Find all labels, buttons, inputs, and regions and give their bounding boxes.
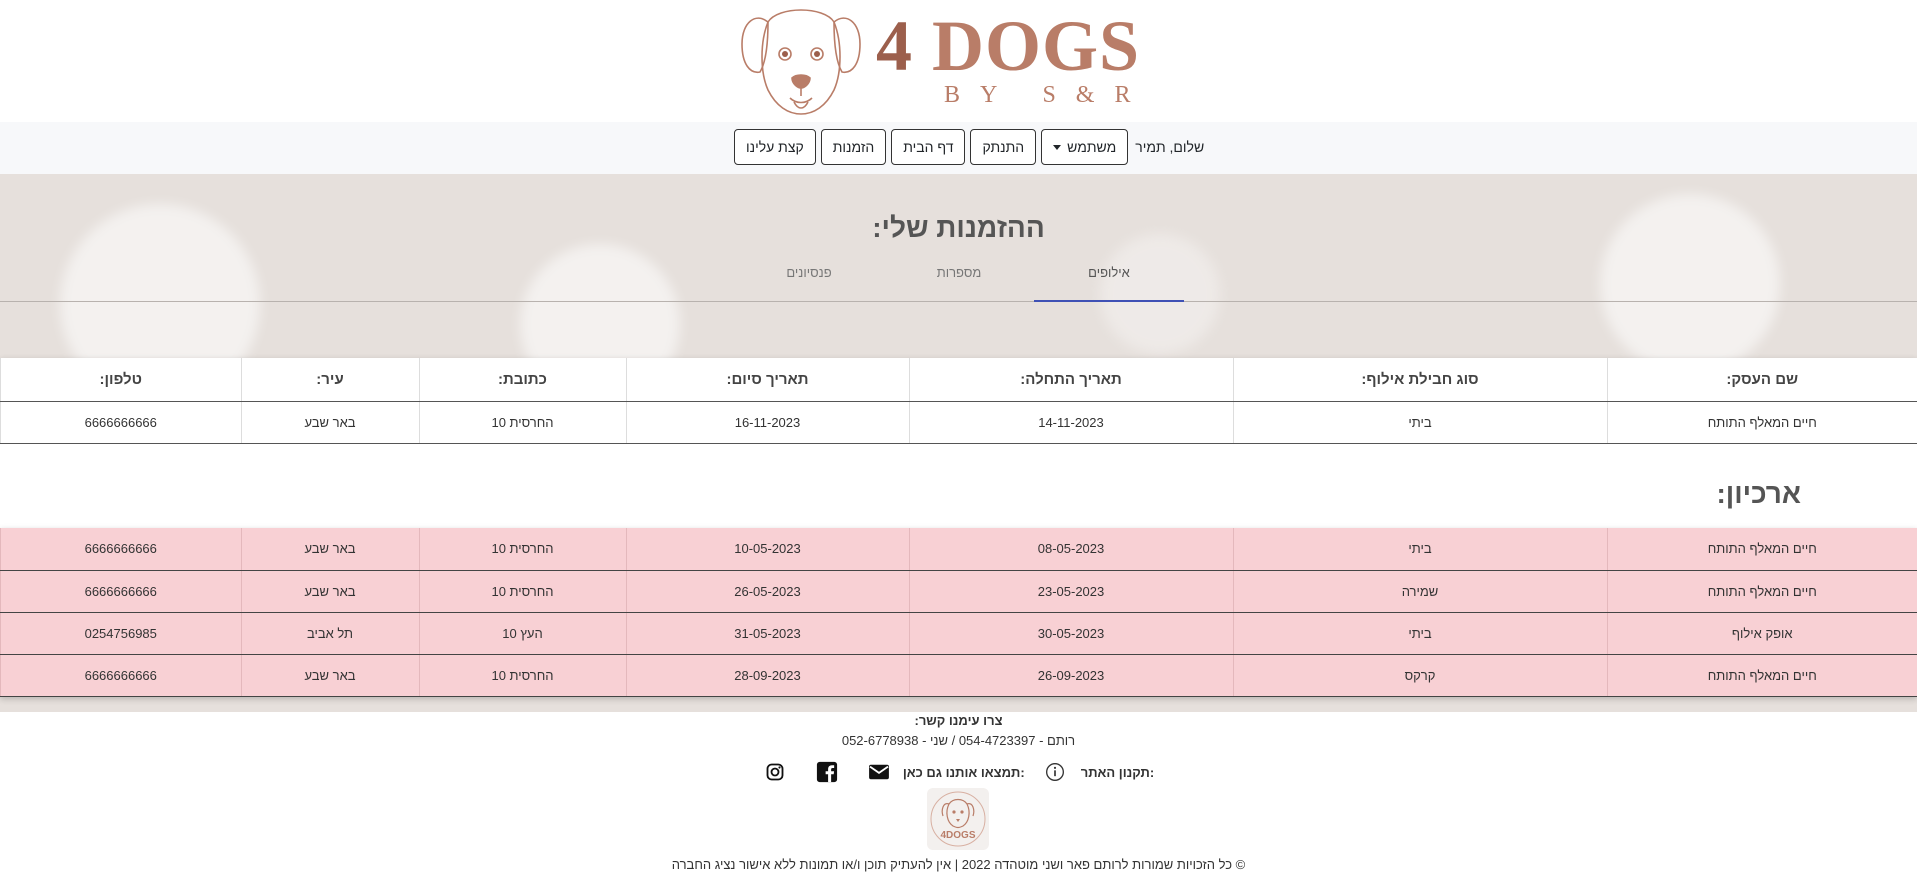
nav-inner: שלום, תמיר משתמש התנתק דף הבית הזמנות קצ… — [734, 129, 1204, 165]
cell-business: אופק אילוף — [1606, 612, 1917, 655]
dog-logo-icon — [741, 9, 861, 115]
cell-phone: 6666666666 — [0, 570, 241, 613]
cell-address: החרסית 10 — [418, 401, 626, 444]
navbar: שלום, תמיר משתמש התנתק דף הבית הזמנות קצ… — [0, 122, 1917, 174]
brand-number: 4 — [876, 6, 913, 86]
archive-header-band — [0, 444, 1917, 530]
orders-section: ההזמנות שלי: אילופים מספרות פנסיונים שם … — [0, 174, 1917, 712]
brand-word: DOGS — [932, 6, 1141, 86]
table-row: חיים המאלף התותח ביתי 14-11-2023 16-11-2… — [0, 401, 1917, 444]
brand-main: 4 DOGS — [876, 6, 1140, 86]
cell-business: חיים המאלף התותח — [1606, 654, 1917, 697]
contact-phones: רותם - 054-4723397 / שני - 052-6778938 — [841, 733, 1076, 748]
cell-start-date: 08-05-2023 — [908, 528, 1233, 571]
header-start-date: תאריך התחלה: — [908, 358, 1233, 402]
cell-phone: 6666666666 — [0, 654, 241, 697]
header-city: עיר: — [240, 358, 419, 402]
cell-address: העץ 10 — [418, 612, 626, 655]
cell-start-date: 30-05-2023 — [908, 612, 1233, 655]
cell-end-date: 31-05-2023 — [625, 612, 909, 655]
cell-business: חיים המאלף התותח — [1606, 401, 1917, 444]
cell-end-date: 26-05-2023 — [625, 570, 909, 613]
find-us-label: תמצאו אותנו גם כאן: — [902, 764, 1025, 780]
caret-down-icon — [1053, 144, 1062, 150]
cell-address: החרסית 10 — [418, 570, 626, 613]
facebook-icon[interactable] — [815, 760, 839, 784]
cell-city: באר שבע — [240, 570, 419, 613]
site-rules-label[interactable]: תקנון האתר: — [1081, 765, 1154, 780]
cell-end-date: 16-11-2023 — [625, 401, 909, 444]
cell-start-date: 23-05-2023 — [908, 570, 1233, 613]
cell-city: באר שבע — [240, 528, 419, 571]
table-header-row: שם העסק: סוג חבילת אילוף: תאריך התחלה: ת… — [0, 358, 1917, 402]
table-row: חיים המאלף התותח שמירה 23-05-2023 26-05-… — [0, 570, 1917, 613]
info-icon[interactable] — [1043, 760, 1067, 784]
cell-package: שמירה — [1232, 570, 1607, 613]
cell-end-date: 10-05-2023 — [625, 528, 909, 571]
tab-training[interactable]: אילופים — [1034, 260, 1184, 302]
brand-sub: BY S&R — [944, 82, 1151, 108]
header-address: כתובת: — [418, 358, 626, 402]
cell-city: תל אביב — [240, 612, 419, 655]
cell-address: החרסית 10 — [418, 654, 626, 697]
footer-links-row: תמצאו אותנו גם כאן: תקנון האתר: — [0, 760, 1917, 784]
cell-city: באר שבע — [240, 654, 419, 697]
cell-start-date: 26-09-2023 — [908, 654, 1233, 697]
cell-end-date: 28-09-2023 — [625, 654, 909, 697]
tab-boarding[interactable]: פנסיונים — [734, 260, 884, 302]
table-row: חיים המאלף התותח ביתי 08-05-2023 10-05-2… — [0, 528, 1917, 571]
cell-business: חיים המאלף התותח — [1606, 528, 1917, 571]
current-orders-table: שם העסק: סוג חבילת אילוף: תאריך התחלה: ת… — [0, 358, 1917, 444]
home-button[interactable]: דף הבית — [891, 129, 966, 165]
header-end-date: תאריך סיום: — [625, 358, 909, 402]
orders-button[interactable]: הזמנות — [820, 129, 887, 165]
table-row: חיים המאלף התותח קרקס 26-09-2023 28-09-2… — [0, 654, 1917, 697]
copyright: © כל הזכויות שמורות לרותם פאר ושני מוטהד… — [671, 857, 1246, 872]
cell-package: קרקס — [1232, 654, 1607, 697]
tab-grooming[interactable]: מספרות — [884, 260, 1034, 302]
cell-package: ביתי — [1232, 401, 1607, 444]
cell-phone: 6666666666 — [0, 528, 241, 571]
cell-package: ביתי — [1232, 528, 1607, 571]
instagram-icon[interactable] — [763, 760, 787, 784]
cell-phone: 0254756985 — [0, 612, 241, 655]
cell-phone: 6666666666 — [0, 401, 241, 444]
table-row: אופק אילוף ביתי 30-05-2023 31-05-2023 הע… — [0, 612, 1917, 655]
user-menu-label: משתמש — [1067, 139, 1117, 155]
about-button[interactable]: קצת עלינו — [734, 129, 816, 165]
archive-title: ארכיון: — [1716, 478, 1801, 509]
email-icon[interactable] — [867, 760, 891, 784]
page-title: ההזמנות שלי: — [872, 212, 1045, 243]
header-phone: טלפון: — [0, 358, 241, 402]
tab-bar: אילופים מספרות פנסיונים — [0, 260, 1917, 302]
cell-start-date: 14-11-2023 — [908, 401, 1233, 444]
user-greeting: שלום, תמיר — [1135, 139, 1205, 155]
header-package: סוג חבילת אילוף: — [1232, 358, 1607, 402]
footer: צרו עימנו קשר: רותם - 054-4723397 / שני … — [0, 712, 1917, 884]
cell-city: באר שבע — [240, 401, 419, 444]
cell-package: ביתי — [1232, 612, 1607, 655]
user-menu-button[interactable]: משתמש — [1041, 129, 1129, 165]
header-business: שם העסק: — [1606, 358, 1917, 402]
contact-title: צרו עימנו קשר: — [914, 713, 1003, 728]
footer-logo-text: 4DOGS — [940, 830, 976, 841]
brand-wordmark: 4 DOGS BY S&R — [876, 6, 1176, 112]
logout-button[interactable]: התנתק — [970, 129, 1037, 165]
site-logo[interactable]: 4 DOGS BY S&R — [0, 0, 1917, 122]
archive-table: חיים המאלף התותח ביתי 08-05-2023 10-05-2… — [0, 528, 1917, 697]
cell-business: חיים המאלף התותח — [1606, 570, 1917, 613]
cell-address: החרסית 10 — [418, 528, 626, 571]
